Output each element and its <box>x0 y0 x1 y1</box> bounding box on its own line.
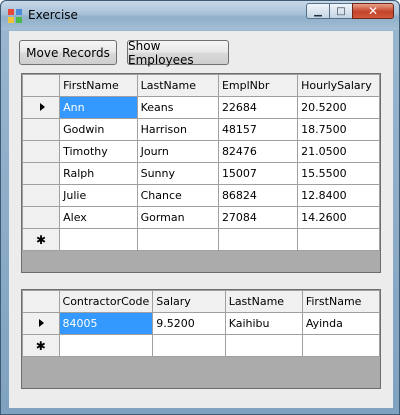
table-row[interactable]: Ralph Sunny 15007 15.5500 <box>22 162 380 185</box>
table-row[interactable]: Julie Chance 86824 12.8400 <box>22 184 380 207</box>
row-header[interactable] <box>22 118 61 141</box>
close-icon: ✕ <box>367 4 379 18</box>
column-header-lastname[interactable]: LastName <box>224 290 303 313</box>
row-header[interactable] <box>22 162 61 185</box>
table-cell[interactable]: Ayinda <box>301 312 380 335</box>
table-cell[interactable]: 15.5500 <box>297 162 380 185</box>
table-row[interactable]: 84005 9.5200 Kaihibu Ayinda <box>22 312 380 335</box>
employees-header-row: FirstName LastName EmplNbr HourlySalary <box>22 74 380 97</box>
column-header-lastname[interactable]: LastName <box>136 74 219 97</box>
column-header-salary[interactable]: Salary <box>152 290 226 313</box>
table-cell[interactable]: 21.0500 <box>297 140 380 163</box>
table-cell[interactable]: 84005 <box>58 312 154 335</box>
column-header-contractorcode[interactable]: ContractorCode <box>58 290 154 313</box>
table-cell[interactable]: Harrison <box>136 118 219 141</box>
move-records-button[interactable]: Move Records <box>19 40 117 65</box>
table-row[interactable]: Timothy Journ 82476 21.0500 <box>22 140 380 163</box>
employees-table: FirstName LastName EmplNbr HourlySalary … <box>22 74 380 251</box>
title-bar[interactable]: Exercise ▁ □ ✕ <box>1 1 399 30</box>
current-row-arrow-icon <box>39 103 45 111</box>
employees-grid[interactable]: FirstName LastName EmplNbr HourlySalary … <box>21 73 381 273</box>
contractors-grid[interactable]: ContractorCode Salary LastName FirstName… <box>21 289 381 389</box>
table-cell[interactable]: 14.2600 <box>297 206 380 229</box>
table-cell[interactable]: Kaihibu <box>224 312 303 335</box>
table-cell[interactable]: Ann <box>59 96 138 119</box>
table-cell[interactable]: 86824 <box>217 184 299 207</box>
app-icon <box>8 9 22 23</box>
row-header[interactable] <box>22 184 61 207</box>
row-header[interactable] <box>22 140 61 163</box>
row-header-current[interactable] <box>22 96 61 119</box>
table-cell[interactable]: Alex <box>59 206 138 229</box>
minimize-icon: ▁ <box>314 5 322 17</box>
table-cell[interactable]: 9.5200 <box>152 312 226 335</box>
table-cell[interactable]: Gorman <box>136 206 219 229</box>
new-row[interactable]: ✱ <box>22 334 380 357</box>
contractors-table: ContractorCode Salary LastName FirstName… <box>22 290 380 357</box>
column-header-hourlysalary[interactable]: HourlySalary <box>297 74 380 97</box>
table-cell[interactable]: Julie <box>59 184 138 207</box>
column-header-emplnbr[interactable]: EmplNbr <box>217 74 299 97</box>
application-window: Exercise ▁ □ ✕ Move Records Show Employe… <box>0 0 400 415</box>
current-row-arrow-icon <box>39 319 45 327</box>
table-row[interactable]: Alex Gorman 27084 14.2600 <box>22 206 380 229</box>
close-button[interactable]: ✕ <box>352 3 394 19</box>
window-title: Exercise <box>28 8 78 22</box>
table-cell[interactable]: Ralph <box>59 162 138 185</box>
table-cell[interactable]: 22684 <box>217 96 299 119</box>
table-cell[interactable]: 82476 <box>217 140 299 163</box>
new-row-asterisk-icon: ✱ <box>35 338 46 353</box>
table-cell[interactable] <box>152 334 226 357</box>
table-cell[interactable] <box>217 228 299 251</box>
maximize-button[interactable]: □ <box>329 3 353 19</box>
table-cell[interactable]: 12.8400 <box>297 184 380 207</box>
row-header-corner[interactable] <box>22 74 61 97</box>
column-header-firstname[interactable]: FirstName <box>301 290 380 313</box>
row-header-new[interactable]: ✱ <box>22 334 60 357</box>
table-cell[interactable]: 18.7500 <box>297 118 380 141</box>
table-row[interactable]: Godwin Harrison 48157 18.7500 <box>22 118 380 141</box>
table-cell[interactable] <box>59 228 138 251</box>
column-header-firstname[interactable]: FirstName <box>59 74 138 97</box>
row-header-current[interactable] <box>22 312 60 335</box>
table-cell[interactable]: Chance <box>136 184 219 207</box>
table-row[interactable]: Ann Keans 22684 20.5200 <box>22 96 380 119</box>
contractors-header-row: ContractorCode Salary LastName FirstName <box>22 290 380 313</box>
show-employees-button[interactable]: Show Employees <box>127 39 229 67</box>
table-cell[interactable]: Timothy <box>59 140 138 163</box>
row-header-new[interactable]: ✱ <box>22 228 61 251</box>
table-cell[interactable]: Sunny <box>136 162 219 185</box>
form-client-area: Move Records Show Employees FirstName La… <box>9 31 393 408</box>
table-cell[interactable] <box>136 228 219 251</box>
table-cell[interactable]: 27084 <box>217 206 299 229</box>
table-cell[interactable]: 48157 <box>217 118 299 141</box>
row-header[interactable] <box>22 206 61 229</box>
table-cell[interactable]: 20.5200 <box>297 96 380 119</box>
table-cell[interactable] <box>58 334 154 357</box>
minimize-button[interactable]: ▁ <box>306 3 330 19</box>
new-row[interactable]: ✱ <box>22 228 380 251</box>
table-cell[interactable] <box>224 334 303 357</box>
maximize-icon: □ <box>336 5 346 17</box>
table-cell[interactable]: Journ <box>136 140 219 163</box>
table-cell[interactable] <box>301 334 380 357</box>
row-header-corner[interactable] <box>22 290 60 313</box>
table-cell[interactable]: 15007 <box>217 162 299 185</box>
new-row-asterisk-icon: ✱ <box>36 232 47 247</box>
table-cell[interactable]: Godwin <box>59 118 138 141</box>
table-cell[interactable]: Keans <box>136 96 219 119</box>
table-cell[interactable] <box>297 228 380 251</box>
